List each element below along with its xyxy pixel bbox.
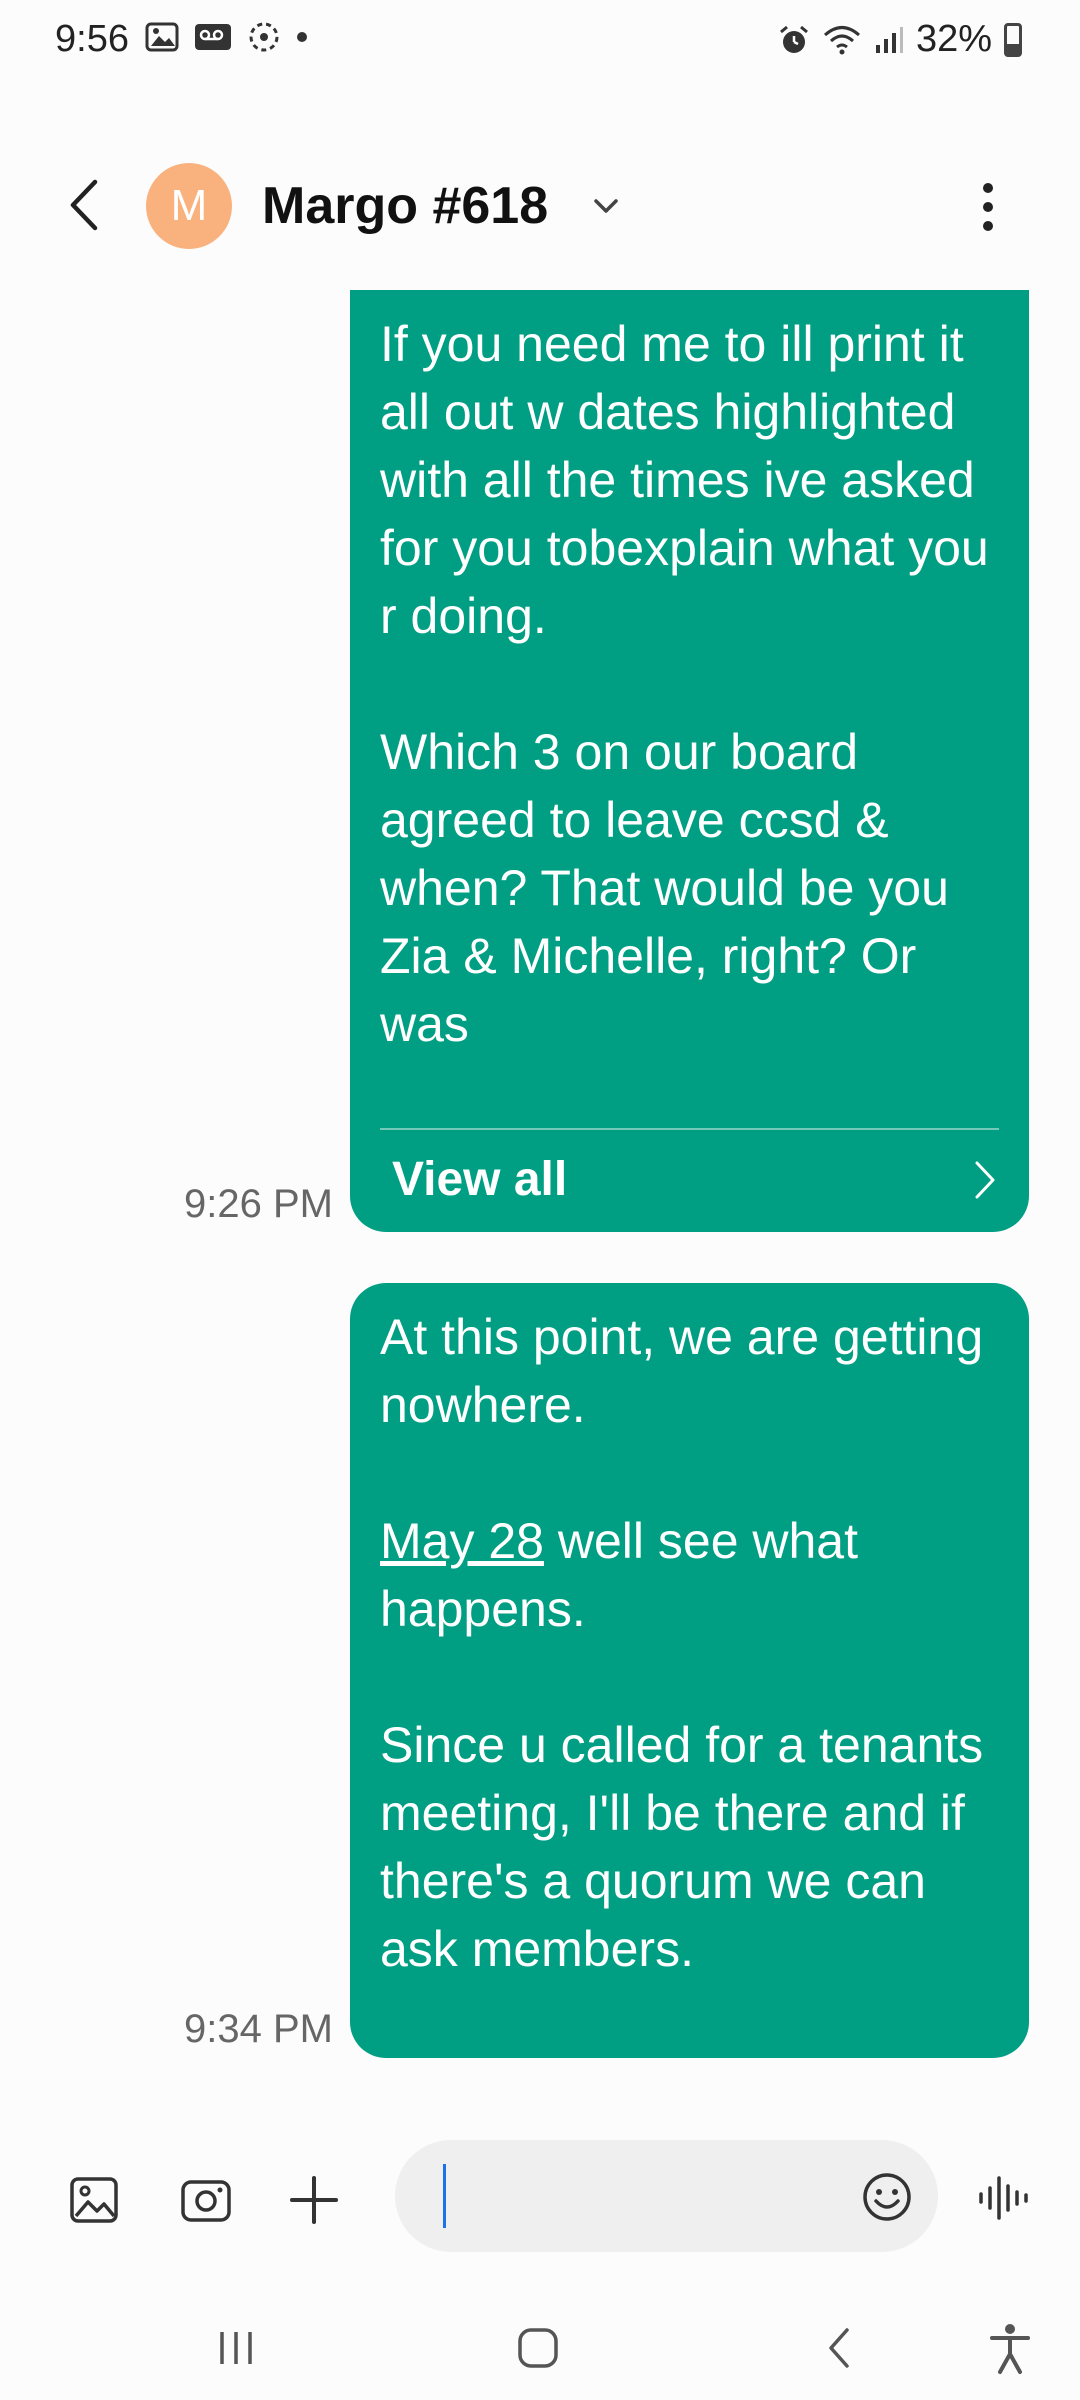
message-timestamp: 9:34 PM [184, 2007, 333, 2051]
status-system-icons: 32% [778, 18, 1022, 61]
add-attachment-icon[interactable] [284, 2170, 344, 2230]
wifi-icon [823, 25, 860, 54]
emoji-icon[interactable] [860, 2170, 914, 2224]
status-time: 9:56 [55, 18, 129, 60]
view-all-button[interactable]: View all [392, 1140, 999, 1220]
signal-icon [875, 26, 903, 53]
chevron-down-icon[interactable] [588, 188, 624, 224]
status-notification-icons [145, 20, 309, 54]
gallery-notification-icon [145, 22, 179, 52]
more-notifications-dot-icon [297, 32, 307, 42]
chevron-right-icon [975, 1161, 995, 1199]
message-bubble[interactable]: If you need me to ill print it all out w… [350, 290, 1029, 1232]
view-all-label: View all [392, 1153, 568, 1206]
voicemail-notification-icon [195, 24, 231, 50]
compose-bar [0, 2130, 1080, 2270]
contact-name[interactable]: Margo #618 [262, 176, 548, 236]
conversation-header: M Margo #618 [0, 150, 1080, 260]
divider [380, 1128, 999, 1130]
camera-icon[interactable] [176, 2170, 236, 2230]
message-bubble[interactable]: At this point, we are getting nowhere. M… [350, 1283, 1029, 2058]
message-text-part: At this point, we are getting nowhere. [380, 1309, 984, 1433]
text-cursor [443, 2164, 446, 2228]
alarm-icon [779, 25, 808, 53]
message-timestamp: 9:26 PM [184, 1182, 333, 1226]
voice-input-icon[interactable] [975, 2168, 1035, 2228]
message-input[interactable] [395, 2140, 938, 2252]
message-text: If you need me to ill print it all out w… [380, 316, 989, 1052]
sync-notification-icon [249, 22, 279, 52]
battery-icon [1004, 22, 1022, 57]
battery-percent: 32% [915, 18, 992, 60]
home-icon[interactable] [508, 2318, 568, 2378]
back-button[interactable] [55, 172, 115, 238]
status-bar: 9:56 32% [0, 0, 1080, 80]
date-link[interactable]: May 28 [380, 1513, 544, 1569]
contact-avatar[interactable]: M [146, 163, 232, 249]
message-text-part: well see what happens. Since u called fo… [380, 1513, 984, 1977]
recent-apps-icon[interactable] [206, 2318, 266, 2378]
message-text: At this point, we are getting nowhere. M… [380, 1303, 999, 1983]
avatar-initial: M [170, 181, 208, 230]
gallery-icon[interactable] [64, 2170, 124, 2230]
system-navigation-bar [0, 2290, 1080, 2400]
back-nav-icon[interactable] [811, 2318, 871, 2378]
accessibility-icon[interactable] [980, 2318, 1040, 2378]
more-options-button[interactable] [968, 174, 1008, 240]
